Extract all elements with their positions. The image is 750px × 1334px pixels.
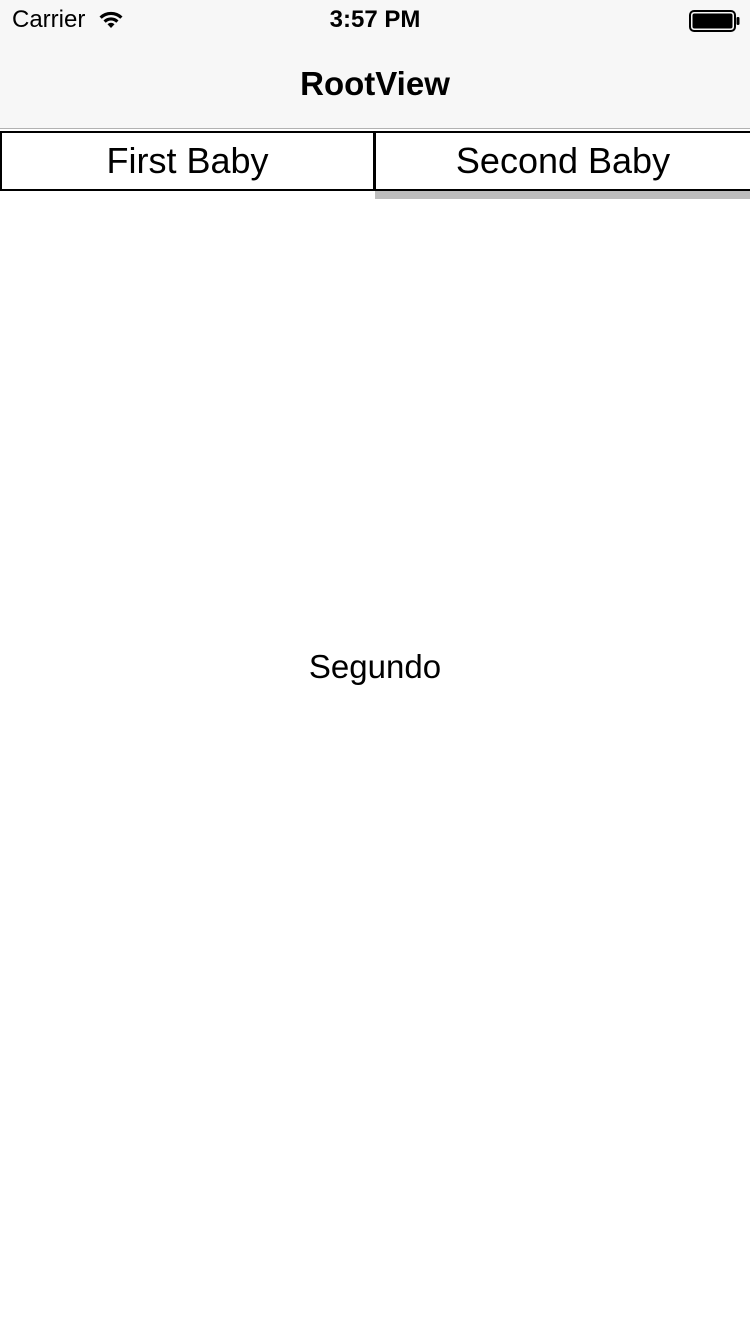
app-screen: Carrier 3:57 PM RootView First Baby Seco… <box>0 0 750 1334</box>
status-time: 3:57 PM <box>329 6 421 33</box>
tab-first-baby[interactable]: First Baby <box>0 131 375 191</box>
status-bar: Carrier 3:57 PM <box>0 0 750 40</box>
tab-second-baby[interactable]: Second Baby <box>374 131 750 191</box>
battery-full-icon <box>689 10 741 32</box>
top-bar: Carrier 3:57 PM RootView <box>0 0 750 129</box>
nav-title: RootView <box>300 65 450 102</box>
content-label: Segundo <box>308 648 442 685</box>
selected-tab-indicator <box>375 191 750 199</box>
